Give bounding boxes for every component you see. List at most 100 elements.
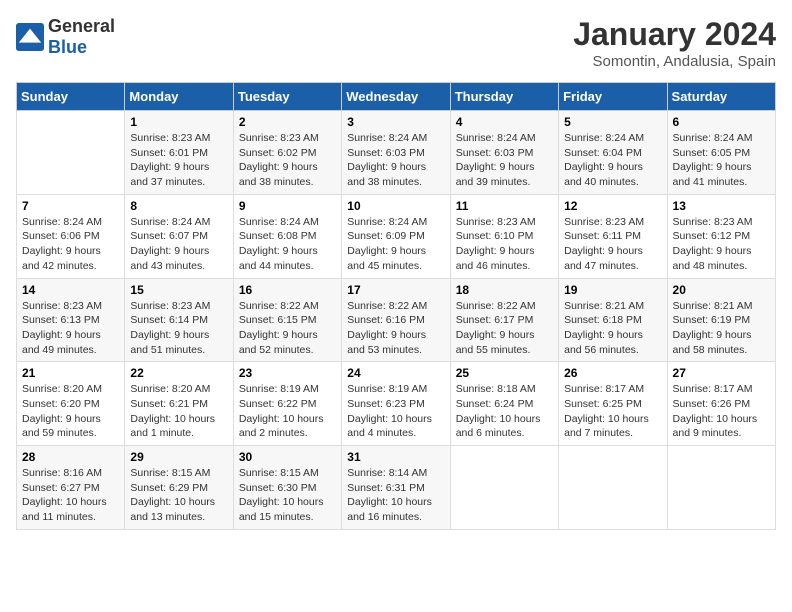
- calendar-cell: 10 Sunrise: 8:24 AM Sunset: 6:09 PM Dayli…: [342, 194, 450, 278]
- day-info: Sunrise: 8:18 AM Sunset: 6:24 PM Dayligh…: [456, 382, 553, 441]
- day-number: 21: [22, 366, 119, 380]
- day-info: Sunrise: 8:22 AM Sunset: 6:15 PM Dayligh…: [239, 299, 336, 358]
- header-day-tuesday: Tuesday: [233, 83, 341, 111]
- day-number: 19: [564, 283, 661, 297]
- day-number: 23: [239, 366, 336, 380]
- day-number: 13: [673, 199, 770, 213]
- calendar-week-2: 7 Sunrise: 8:24 AM Sunset: 6:06 PM Daylig…: [17, 194, 776, 278]
- day-number: 4: [456, 115, 553, 129]
- calendar-cell: 14Sunrise: 8:23 AM Sunset: 6:13 PM Dayli…: [17, 278, 125, 362]
- day-info: Sunrise: 8:21 AM Sunset: 6:18 PM Dayligh…: [564, 299, 661, 358]
- day-info: Sunrise: 8:23 AM Sunset: 6:14 PM Dayligh…: [130, 299, 227, 358]
- calendar-cell: 20Sunrise: 8:21 AM Sunset: 6:19 PM Dayli…: [667, 278, 775, 362]
- page-header: General Blue January 2024 Somontin, Anda…: [16, 16, 776, 70]
- day-number: 17: [347, 283, 444, 297]
- main-title: January 2024: [573, 16, 776, 53]
- day-number: 16: [239, 283, 336, 297]
- day-info: Sunrise: 8:23 AM Sunset: 6:13 PM Dayligh…: [22, 299, 119, 358]
- day-info: Sunrise: 8:19 AM Sunset: 6:22 PM Dayligh…: [239, 382, 336, 441]
- calendar-cell: 21 Sunrise: 8:20 AM Sunset: 6:20 PM Dayli…: [17, 362, 125, 446]
- calendar-cell: [559, 446, 667, 530]
- calendar-table: SundayMondayTuesdayWednesdayThursdayFrid…: [16, 82, 776, 530]
- day-number: 7: [22, 199, 119, 213]
- day-number: 25: [456, 366, 553, 380]
- day-number: 9: [239, 199, 336, 213]
- calendar-cell: 22Sunrise: 8:20 AM Sunset: 6:21 PM Dayli…: [125, 362, 233, 446]
- day-number: 22: [130, 366, 227, 380]
- calendar-cell: 8 Sunrise: 8:24 AM Sunset: 6:07 PM Daylig…: [125, 194, 233, 278]
- day-info: Sunrise: 8:24 AM Sunset: 6:04 PM Dayligh…: [564, 131, 661, 190]
- day-info: Sunrise: 8:24 AM Sunset: 6:06 PM Dayligh…: [22, 215, 119, 274]
- day-info: Sunrise: 8:24 AM Sunset: 6:07 PM Dayligh…: [130, 215, 227, 274]
- calendar-cell: 18 Sunrise: 8:22 AM Sunset: 6:17 PM Dayli…: [450, 278, 558, 362]
- day-number: 15: [130, 283, 227, 297]
- header-day-wednesday: Wednesday: [342, 83, 450, 111]
- header-day-monday: Monday: [125, 83, 233, 111]
- calendar-cell: 23 Sunrise: 8:19 AM Sunset: 6:22 PM Dayli…: [233, 362, 341, 446]
- day-info: Sunrise: 8:20 AM Sunset: 6:20 PM Dayligh…: [22, 382, 119, 441]
- logo: General Blue: [16, 16, 115, 58]
- logo-blue: Blue: [48, 37, 87, 57]
- day-info: Sunrise: 8:23 AM Sunset: 6:11 PM Dayligh…: [564, 215, 661, 274]
- day-number: 26: [564, 366, 661, 380]
- calendar-body: 1 Sunrise: 8:23 AM Sunset: 6:01 PM Daylig…: [17, 111, 776, 530]
- day-info: Sunrise: 8:23 AM Sunset: 6:10 PM Dayligh…: [456, 215, 553, 274]
- calendar-week-3: 14Sunrise: 8:23 AM Sunset: 6:13 PM Dayli…: [17, 278, 776, 362]
- day-number: 24: [347, 366, 444, 380]
- calendar-cell: [667, 446, 775, 530]
- calendar-cell: 17 Sunrise: 8:22 AM Sunset: 6:16 PM Dayli…: [342, 278, 450, 362]
- day-number: 1: [130, 115, 227, 129]
- day-info: Sunrise: 8:17 AM Sunset: 6:25 PM Dayligh…: [564, 382, 661, 441]
- day-info: Sunrise: 8:24 AM Sunset: 6:03 PM Dayligh…: [347, 131, 444, 190]
- day-info: Sunrise: 8:17 AM Sunset: 6:26 PM Dayligh…: [673, 382, 770, 441]
- day-info: Sunrise: 8:16 AM Sunset: 6:27 PM Dayligh…: [22, 466, 119, 525]
- calendar-cell: 5 Sunrise: 8:24 AM Sunset: 6:04 PM Daylig…: [559, 111, 667, 195]
- header-day-thursday: Thursday: [450, 83, 558, 111]
- day-number: 3: [347, 115, 444, 129]
- day-number: 11: [456, 199, 553, 213]
- calendar-cell: 26 Sunrise: 8:17 AM Sunset: 6:25 PM Dayli…: [559, 362, 667, 446]
- day-info: Sunrise: 8:21 AM Sunset: 6:19 PM Dayligh…: [673, 299, 770, 358]
- day-number: 8: [130, 199, 227, 213]
- logo-general: General: [48, 16, 115, 36]
- day-info: Sunrise: 8:24 AM Sunset: 6:05 PM Dayligh…: [673, 131, 770, 190]
- day-info: Sunrise: 8:24 AM Sunset: 6:09 PM Dayligh…: [347, 215, 444, 274]
- header-day-saturday: Saturday: [667, 83, 775, 111]
- calendar-cell: 19 Sunrise: 8:21 AM Sunset: 6:18 PM Dayli…: [559, 278, 667, 362]
- day-number: 10: [347, 199, 444, 213]
- header-day-sunday: Sunday: [17, 83, 125, 111]
- calendar-cell: 1 Sunrise: 8:23 AM Sunset: 6:01 PM Daylig…: [125, 111, 233, 195]
- calendar-cell: 28 Sunrise: 8:16 AM Sunset: 6:27 PM Dayli…: [17, 446, 125, 530]
- title-area: January 2024 Somontin, Andalusia, Spain: [573, 16, 776, 70]
- day-number: 18: [456, 283, 553, 297]
- calendar-cell: 13Sunrise: 8:23 AM Sunset: 6:12 PM Dayli…: [667, 194, 775, 278]
- calendar-cell: 12Sunrise: 8:23 AM Sunset: 6:11 PM Dayli…: [559, 194, 667, 278]
- day-info: Sunrise: 8:24 AM Sunset: 6:08 PM Dayligh…: [239, 215, 336, 274]
- calendar-cell: 16 Sunrise: 8:22 AM Sunset: 6:15 PM Dayli…: [233, 278, 341, 362]
- day-number: 5: [564, 115, 661, 129]
- calendar-cell: 15 Sunrise: 8:23 AM Sunset: 6:14 PM Dayli…: [125, 278, 233, 362]
- day-number: 28: [22, 450, 119, 464]
- calendar-cell: 3 Sunrise: 8:24 AM Sunset: 6:03 PM Daylig…: [342, 111, 450, 195]
- day-number: 30: [239, 450, 336, 464]
- calendar-cell: 27 Sunrise: 8:17 AM Sunset: 6:26 PM Dayli…: [667, 362, 775, 446]
- day-info: Sunrise: 8:22 AM Sunset: 6:17 PM Dayligh…: [456, 299, 553, 358]
- calendar-cell: 2Sunrise: 8:23 AM Sunset: 6:02 PM Daylig…: [233, 111, 341, 195]
- calendar-header-row: SundayMondayTuesdayWednesdayThursdayFrid…: [17, 83, 776, 111]
- day-number: 27: [673, 366, 770, 380]
- day-info: Sunrise: 8:23 AM Sunset: 6:01 PM Dayligh…: [130, 131, 227, 190]
- calendar-cell: [17, 111, 125, 195]
- day-number: 29: [130, 450, 227, 464]
- day-info: Sunrise: 8:14 AM Sunset: 6:31 PM Dayligh…: [347, 466, 444, 525]
- calendar-cell: 4Sunrise: 8:24 AM Sunset: 6:03 PM Daylig…: [450, 111, 558, 195]
- calendar-cell: 25 Sunrise: 8:18 AM Sunset: 6:24 PM Dayli…: [450, 362, 558, 446]
- day-info: Sunrise: 8:19 AM Sunset: 6:23 PM Dayligh…: [347, 382, 444, 441]
- calendar-week-5: 28 Sunrise: 8:16 AM Sunset: 6:27 PM Dayli…: [17, 446, 776, 530]
- day-info: Sunrise: 8:22 AM Sunset: 6:16 PM Dayligh…: [347, 299, 444, 358]
- day-info: Sunrise: 8:23 AM Sunset: 6:02 PM Dayligh…: [239, 131, 336, 190]
- calendar-week-1: 1 Sunrise: 8:23 AM Sunset: 6:01 PM Daylig…: [17, 111, 776, 195]
- header-day-friday: Friday: [559, 83, 667, 111]
- calendar-week-4: 21 Sunrise: 8:20 AM Sunset: 6:20 PM Dayli…: [17, 362, 776, 446]
- logo-icon: [16, 23, 44, 51]
- day-info: Sunrise: 8:15 AM Sunset: 6:29 PM Dayligh…: [130, 466, 227, 525]
